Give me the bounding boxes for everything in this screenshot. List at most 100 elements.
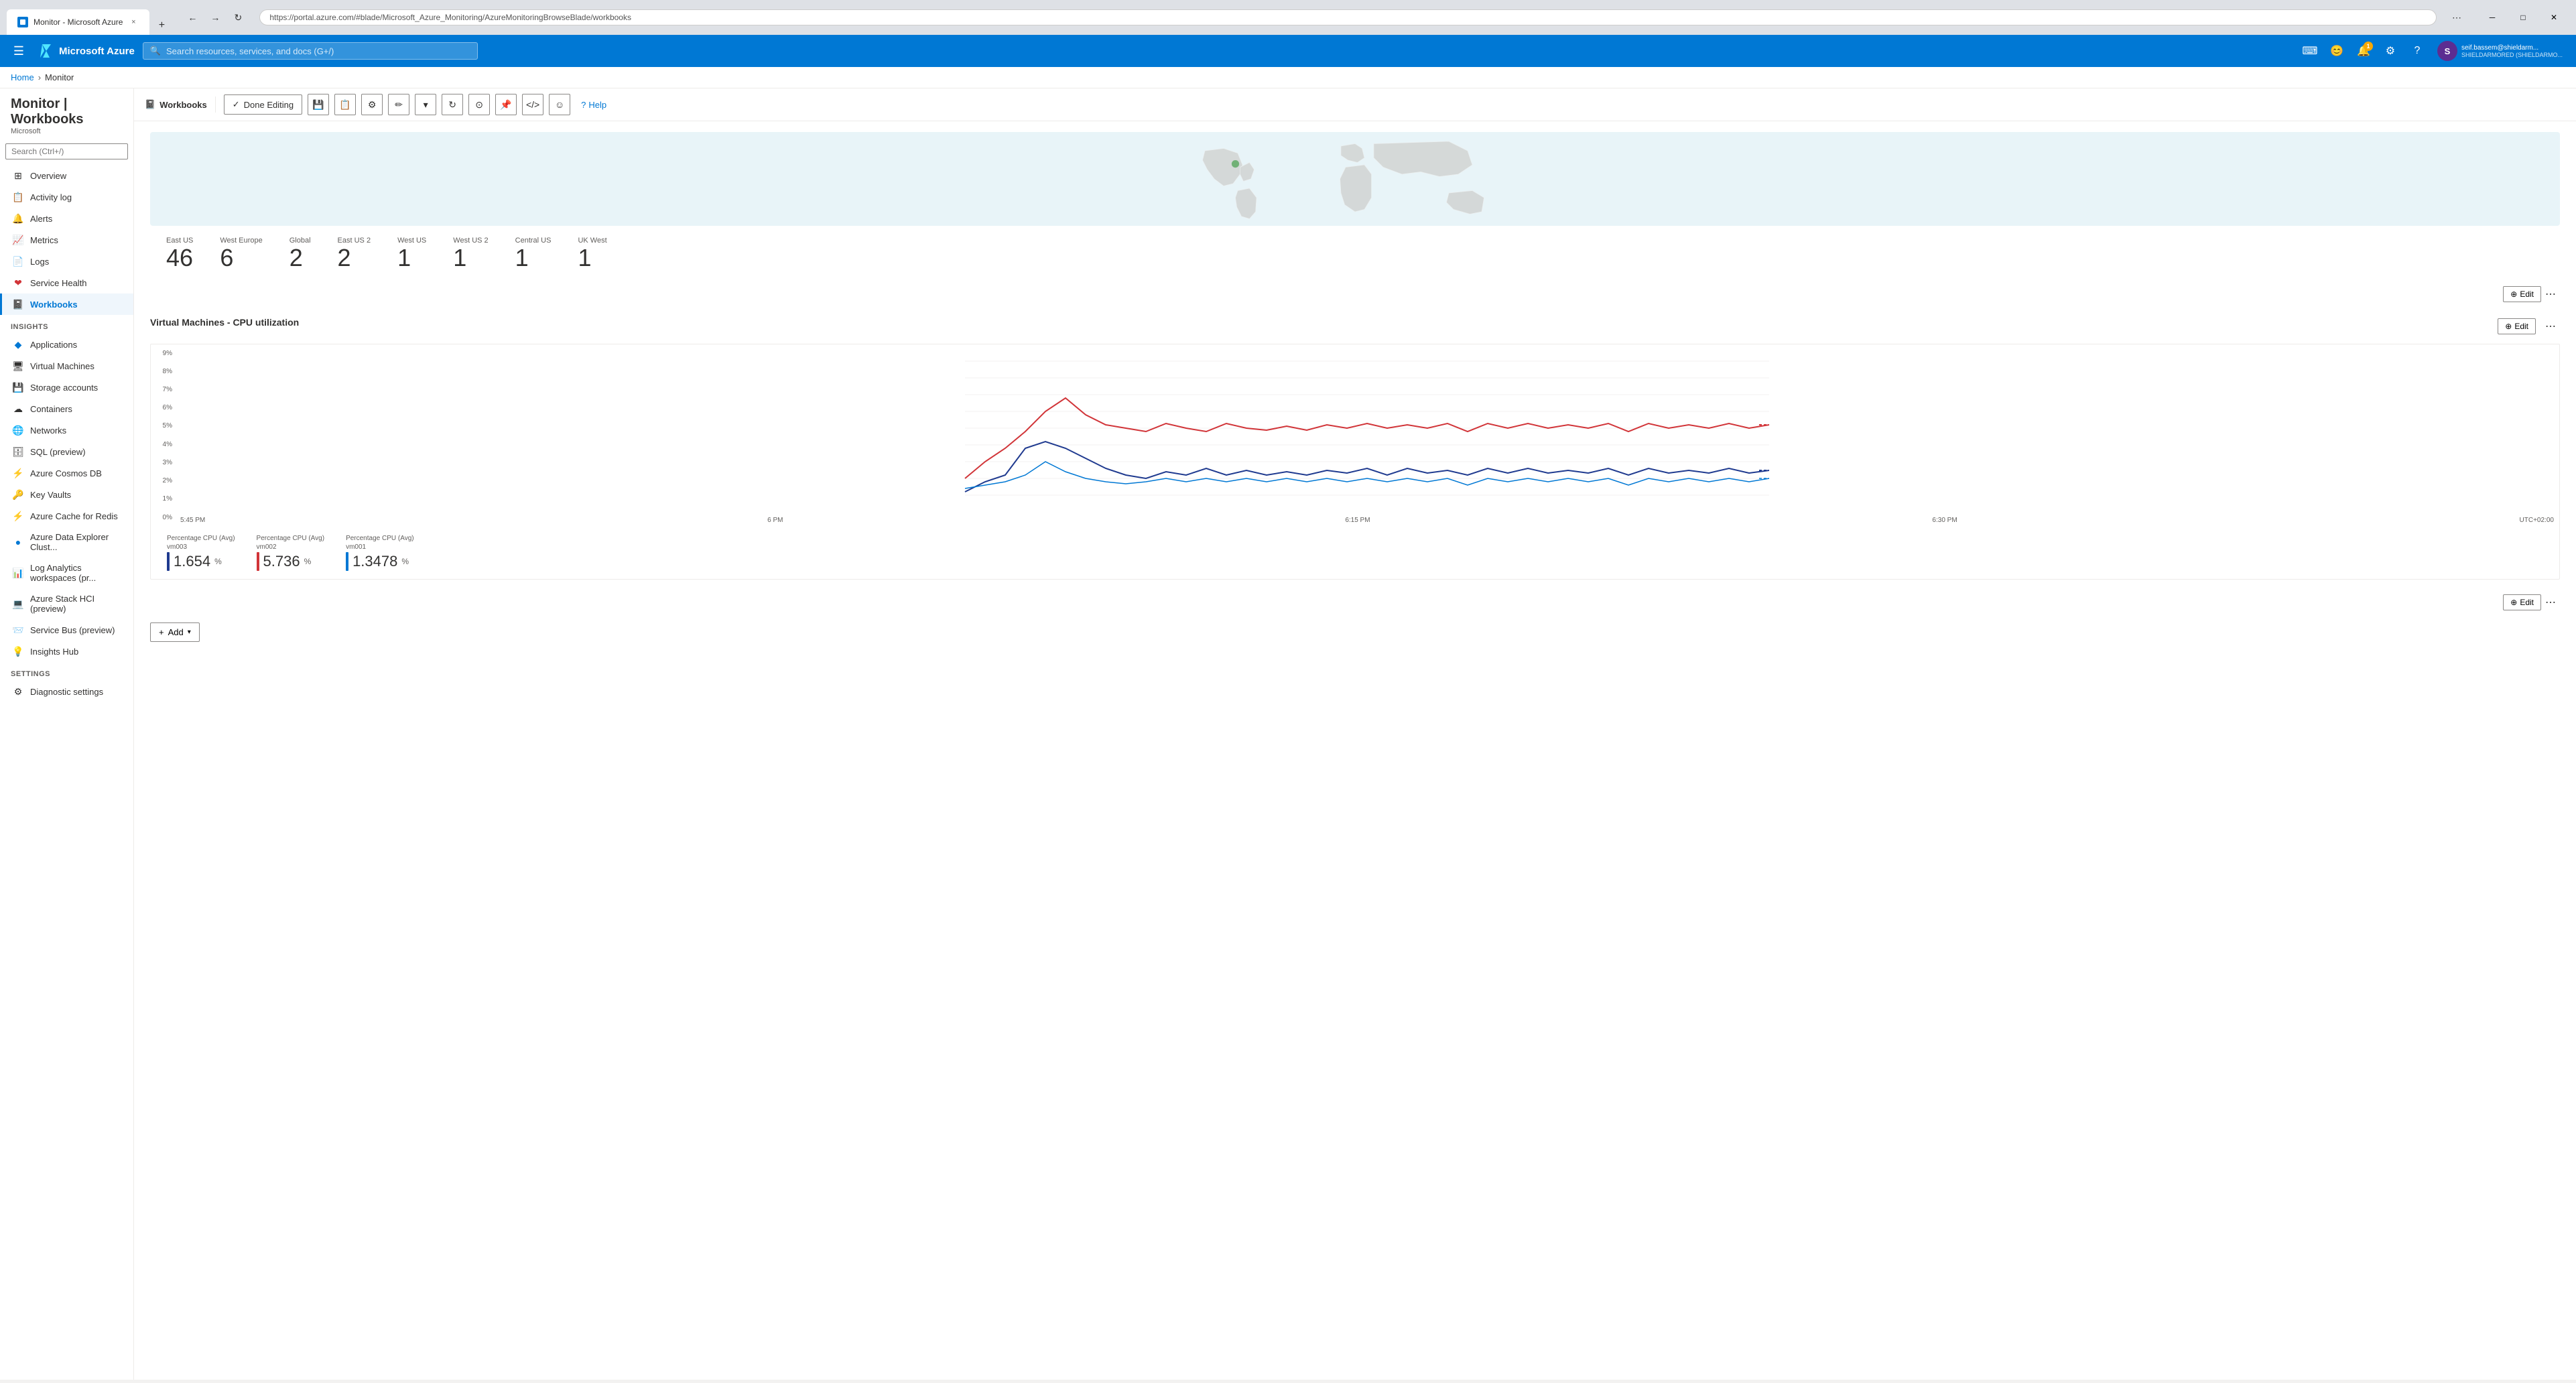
add-button[interactable]: + Add ▾ [150, 622, 200, 642]
activity-log-icon: 📋 [13, 192, 23, 202]
applications-icon: ◆ [13, 339, 23, 350]
browser-tab[interactable]: Monitor - Microsoft Azure × [7, 9, 149, 35]
legend-value-row-vm002: 5.736 % [257, 552, 325, 571]
sidebar-item-containers[interactable]: ☁ Containers [0, 398, 133, 419]
sidebar-item-workbooks[interactable]: 📓 Workbooks [0, 293, 133, 315]
page-subtitle: Microsoft [11, 127, 123, 135]
done-editing-button[interactable]: ✓ Done Editing [224, 94, 302, 115]
add-label: Add [168, 627, 184, 637]
refresh-button[interactable]: ↻ [229, 8, 247, 27]
user-profile[interactable]: S seif.bassem@shieldarm... SHIELDARMORED… [2432, 38, 2568, 64]
share-button[interactable]: ⊙ [468, 94, 490, 115]
networks-icon: 🌐 [13, 425, 23, 436]
stat-central-us: Central US 1 [515, 237, 552, 271]
settings-button[interactable]: ⚙ [2378, 39, 2402, 63]
help-button[interactable]: ? [2405, 39, 2429, 63]
workbook-content: East US 46 West Europe 6 Global 2 East U… [134, 121, 2576, 1380]
breadcrumb: Home › Monitor [0, 67, 2576, 88]
code-button[interactable]: </> [522, 94, 543, 115]
sidebar-item-overview[interactable]: ⊞ Overview [0, 165, 133, 186]
dropdown-button[interactable]: ▾ [415, 94, 436, 115]
browser-chrome: Monitor - Microsoft Azure × + ← → ↻ http… [0, 0, 2576, 35]
vm002-line [965, 398, 1769, 478]
sidebar-item-data-explorer[interactable]: ● Azure Data Explorer Clust... [0, 527, 133, 557]
stat-value-east-us: 46 [166, 245, 193, 271]
minimize-button[interactable]: ─ [2477, 0, 2508, 35]
sidebar-item-cosmos-db[interactable]: ⚡ Azure Cosmos DB [0, 462, 133, 484]
tab-title: Monitor - Microsoft Azure [34, 17, 123, 27]
cloud-shell-button[interactable]: ⌨ [2298, 39, 2322, 63]
azure-logo[interactable]: Microsoft Azure [38, 43, 135, 59]
topbar-search[interactable]: 🔍 Search resources, services, and docs (… [143, 42, 478, 60]
sidebar-item-sql[interactable]: 🗄 SQL (preview) [0, 441, 133, 462]
sidebar-item-cache-redis[interactable]: ⚡ Azure Cache for Redis [0, 505, 133, 527]
workbooks-icon: 📓 [13, 299, 23, 310]
x-axis-labels: 5:45 PM 6 PM 6:15 PM 6:30 PM UTC+02:00 [175, 514, 2559, 527]
sidebar-item-alerts[interactable]: 🔔 Alerts [0, 208, 133, 229]
sidebar-item-storage-accounts[interactable]: 💾 Storage accounts [0, 377, 133, 398]
sidebar-item-stack-hci[interactable]: 💻 Azure Stack HCI (preview) [0, 588, 133, 619]
tab-close-icon[interactable]: × [128, 17, 139, 27]
stat-value-uk-west: 1 [578, 245, 606, 271]
help-button-toolbar[interactable]: ? Help [576, 96, 612, 114]
chart-more-button[interactable]: ⋯ [2541, 317, 2560, 336]
save-button[interactable]: 💾 [308, 94, 329, 115]
sidebar-item-diagnostic-settings[interactable]: ⚙ Diagnostic settings [0, 681, 133, 702]
user-name: seif.bassem@shieldarm... [2461, 44, 2563, 52]
sidebar-item-activity-log[interactable]: 📋 Activity log [0, 186, 133, 208]
sidebar-search-input[interactable] [5, 143, 128, 159]
refresh-button-toolbar[interactable]: ↻ [442, 94, 463, 115]
map-more-button[interactable]: ⋯ [2541, 285, 2560, 304]
sidebar-label-cache-redis: Azure Cache for Redis [30, 511, 118, 521]
sidebar-label-sql: SQL (preview) [30, 447, 86, 457]
hamburger-menu[interactable]: ☰ [8, 40, 29, 62]
map-edit-row: ⊕ Edit ⋯ [134, 282, 2576, 306]
sidebar-label-storage-accounts: Storage accounts [30, 383, 98, 393]
sidebar-item-service-bus[interactable]: 📨 Service Bus (preview) [0, 619, 133, 641]
sidebar-item-virtual-machines[interactable]: 🖥 Virtual Machines [0, 355, 133, 377]
legend-label-vm002-2: vm002 [257, 543, 325, 551]
toolbar-divider-1 [215, 96, 216, 113]
topbar-actions: ⌨ 😊 🔔 1 ⚙ ? S seif.bassem@shieldarm... S… [2298, 38, 2568, 64]
address-bar[interactable]: https://portal.azure.com/#blade/Microsof… [259, 9, 2437, 25]
sidebar-label-insights-hub: Insights Hub [30, 647, 78, 657]
forward-button[interactable]: → [206, 8, 224, 27]
chart-edit-button-2[interactable]: ⊕ Edit [2503, 594, 2541, 610]
chart-more-button-2[interactable]: ⋯ [2541, 593, 2560, 612]
emoji-button[interactable]: ☺ [549, 94, 570, 115]
extensions-button[interactable]: ⋯ [2447, 8, 2466, 27]
legend-color-vm001 [346, 552, 348, 571]
sidebar-item-service-health[interactable]: ❤ Service Health [0, 272, 133, 293]
sidebar-item-applications[interactable]: ◆ Applications [0, 334, 133, 355]
sidebar-item-log-analytics[interactable]: 📊 Log Analytics workspaces (pr... [0, 557, 133, 588]
copy-button[interactable]: 📋 [334, 94, 356, 115]
workbooks-tab[interactable]: 📓 Workbooks [145, 99, 207, 110]
chart-edit-button[interactable]: ⊕ Edit [2498, 318, 2536, 334]
close-window-button[interactable]: ✕ [2538, 0, 2569, 35]
map-edit-button[interactable]: ⊕ Edit [2503, 286, 2541, 302]
sidebar-item-key-vaults[interactable]: 🔑 Key Vaults [0, 484, 133, 505]
sidebar-item-logs[interactable]: 📄 Logs [0, 251, 133, 272]
pin-button[interactable]: 📌 [495, 94, 517, 115]
logs-icon: 📄 [13, 256, 23, 267]
maximize-button[interactable]: □ [2508, 0, 2538, 35]
gear-button[interactable]: ⚙ [361, 94, 383, 115]
map-stats-section: East US 46 West Europe 6 Global 2 East U… [134, 121, 2576, 282]
done-editing-label: Done Editing [244, 100, 294, 110]
breadcrumb-home[interactable]: Home [11, 72, 34, 82]
sidebar-item-networks[interactable]: 🌐 Networks [0, 419, 133, 441]
service-health-icon: ❤ [13, 277, 23, 288]
feedback-button[interactable]: 😊 [2325, 39, 2349, 63]
sidebar-item-insights-hub[interactable]: 💡 Insights Hub [0, 641, 133, 662]
y-label-1: 1% [153, 495, 172, 503]
sidebar-item-metrics[interactable]: 📈 Metrics [0, 229, 133, 251]
edit-pencil-button[interactable]: ✏ [388, 94, 409, 115]
metrics-icon: 📈 [13, 235, 23, 245]
user-initials: S [2445, 46, 2451, 56]
breadcrumb-current: Monitor [45, 72, 74, 82]
new-tab-button[interactable]: + [152, 16, 171, 35]
page-title: Monitor | Workbooks [11, 96, 123, 127]
back-button[interactable]: ← [183, 8, 202, 27]
sql-icon: 🗄 [13, 446, 23, 457]
notifications-button[interactable]: 🔔 1 [2352, 39, 2376, 63]
